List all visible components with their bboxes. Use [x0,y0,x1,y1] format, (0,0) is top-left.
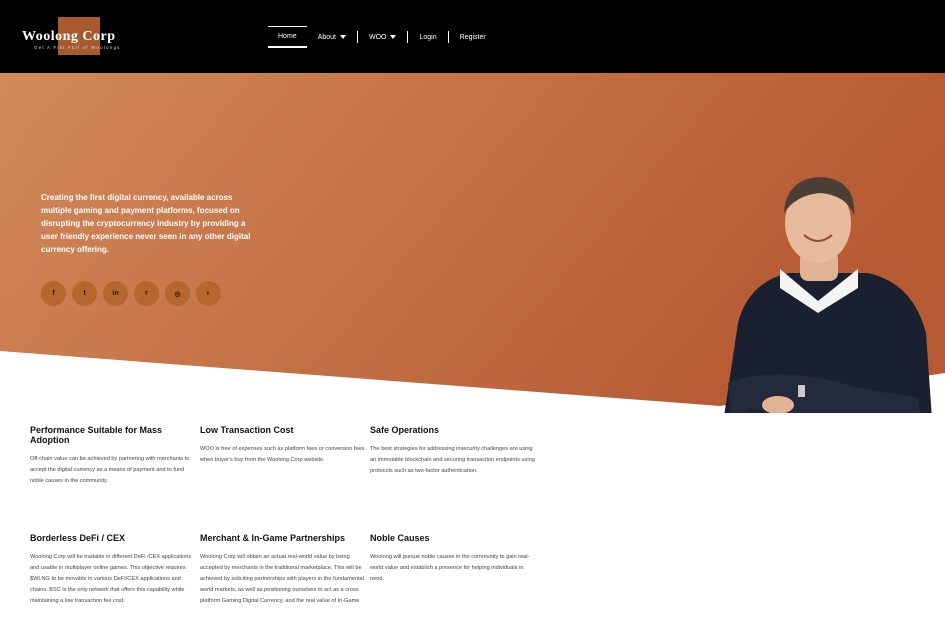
twitter-glyph: t [83,290,86,297]
hero-tagline: Creating the first digital currency, ava… [41,193,251,254]
feature-text: WOO is free of expenses such as platform… [200,446,365,463]
nav-home-label: Home [278,33,297,40]
nav-register[interactable]: Register [449,26,497,48]
chevron-down-icon [339,35,346,39]
chevron-down-icon [390,35,397,39]
feature-text: Off-chain value can be achieved by partn… [30,456,190,484]
feature-safe-operations: Safe Operations The best strategies for … [370,425,536,477]
nav-home[interactable]: Home [268,26,307,48]
hero-section: Creating the first digital currency, ava… [0,73,945,413]
logo-text: Woolong Corp [22,29,116,44]
feature-title: Merchant & In-Game Partnerships [200,533,346,543]
github-glyph: ◐ [206,290,211,297]
main-nav: Home About WOO Login Register [268,26,497,48]
feature-title: Borderless DeFi / CEX [30,533,126,543]
linkedin-glyph: in [112,290,119,297]
nav-register-label: Register [459,33,486,41]
feature-performance: Performance Suitable for Mass Adoption O… [30,425,196,487]
feature-title: Noble Causes [370,533,430,543]
github-icon[interactable]: ◐ [196,281,221,306]
twitter-icon[interactable]: t [72,281,97,306]
site-header: Woolong Corp Get A Fist Full of Woolongs… [0,0,945,73]
nav-woo-label: WOO [368,33,387,41]
instagram-glyph: ◎ [174,290,181,298]
nav-woo[interactable]: WOO [358,26,408,48]
instagram-icon[interactable]: ◎ [165,281,190,306]
feature-title: Safe Operations [370,425,440,435]
linkedin-icon[interactable]: in [103,281,128,306]
feature-title: Performance Suitable for Mass Adoption [30,425,163,445]
facebook-glyph: f [52,290,55,297]
facebook-icon[interactable]: f [41,281,66,306]
feature-noble-causes: Noble Causes Woolong will pursue noble c… [370,533,536,585]
logo[interactable]: Woolong Corp Get A Fist Full of Woolongs [22,17,142,57]
feature-text: Woolong Corp will obtain an actual real-… [200,554,364,604]
reddit-glyph: r [145,290,148,297]
feature-low-cost: Low Transaction Cost WOO is free of expe… [200,425,366,466]
feature-borderless: Borderless DeFi / CEX Woolong Corp will … [30,533,196,607]
feature-title: Low Transaction Cost [200,425,294,435]
logo-tagline: Get A Fist Full of Woolongs [34,45,121,50]
nav-login[interactable]: Login [408,26,447,48]
feature-text: Woolong Corp will be tradable in differe… [30,554,192,604]
hero-person-image [724,177,932,413]
feature-text: Woolong will pursue noble causes in the … [370,554,530,582]
nav-about-label: About [317,33,336,41]
nav-login-label: Login [419,33,437,41]
feature-partnerships: Merchant & In-Game Partnerships Woolong … [200,533,366,607]
reddit-icon[interactable]: r [134,281,159,306]
nav-about[interactable]: About [307,26,357,48]
feature-text: The best strategies for addressing insec… [370,446,535,474]
social-links: f t in r ◎ ◐ [41,281,221,306]
